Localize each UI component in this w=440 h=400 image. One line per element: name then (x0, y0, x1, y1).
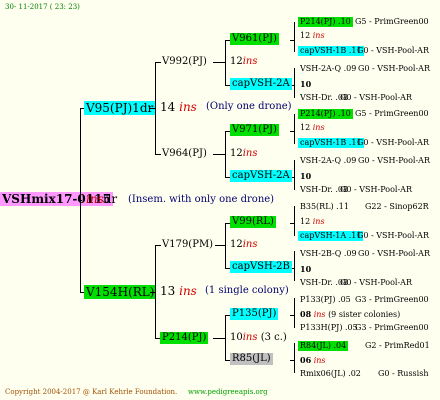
level4-6-num: 10 (300, 264, 312, 274)
level1-2-num: 13 ins (160, 284, 197, 298)
level4-5-num: 12 ins (300, 217, 325, 226)
level4-3-line1[interactable]: P214(PJ) .10 (298, 109, 353, 119)
level4-1-line3b: G0 - VSH-Pool-AR (357, 46, 429, 55)
level4-1-num: 12 ins (300, 31, 325, 40)
level4-3-line1b: G5 - PrimGreen00 (355, 109, 429, 118)
level1-2-note: (1 single colony) (205, 285, 289, 296)
level4-7-line1b: G3 - PrimGreen00 (355, 295, 429, 304)
level4-5-line3b: G0 - VSH-Pool-AR (357, 231, 429, 240)
header-date: 30- 11-2017 ( 23: 23) (5, 3, 80, 11)
level2-3-num: 12ins (230, 239, 258, 250)
level1-parent-2[interactable]: V154H(RL) (84, 285, 157, 299)
level3-4[interactable]: capVSH-2A (230, 170, 292, 182)
level2-1[interactable]: V992(PJ) (162, 57, 207, 67)
level4-2-line1[interactable]: VSH-2A-Q .09 (300, 65, 356, 73)
level4-4-num: 10 (300, 171, 312, 181)
level2-4-num: 10ins (3 c.) (230, 332, 287, 343)
level3-5[interactable]: V99(RL) (230, 216, 276, 228)
level2-2[interactable]: V964(PJ) (162, 149, 207, 159)
level4-7-num: 08 ins (9 sister colonies) (300, 309, 401, 319)
level3-1[interactable]: V961(PJ) (230, 33, 279, 45)
level4-7-line1[interactable]: P133(PJ) .05 (300, 296, 351, 304)
root-ins: insdr (86, 192, 118, 206)
level4-4-line3b: G0 - VSH-Pool-AR (340, 185, 412, 194)
level4-5-line1b: G22 - Sinop62R (365, 202, 429, 211)
level4-7-line3b: G3 - PrimGreen00 (355, 323, 429, 332)
level4-3-line3[interactable]: capVSH-1B .11 (298, 138, 364, 148)
level1-1-note: (Only one drone) (206, 101, 292, 112)
level1-parent-1[interactable]: V95(PJ)1dr (84, 101, 156, 115)
level4-2-line1b: G0 - VSH-Pool-AR (358, 64, 430, 73)
footer-url[interactable]: www.pedigreeapis.org (188, 389, 268, 396)
level4-3-line3b: G0 - VSH-Pool-AR (357, 138, 429, 147)
level4-6-line1[interactable]: VSH-2B-Q .09 (300, 250, 357, 258)
pedigree-chart: 30- 11-2017 ( 23: 23) VSHmix17-0115 insd… (0, 0, 440, 400)
level3-7[interactable]: P135(PJ) (230, 308, 279, 320)
level1-1-num: 14 ins (160, 100, 197, 114)
level4-8-line3b: G0 - Russish (378, 369, 429, 378)
level4-7-line3[interactable]: P133H(PJ) .05 (300, 324, 358, 332)
level2-1-num: 12ins (230, 56, 258, 67)
level4-8-line1[interactable]: R84(JL) .04 (298, 341, 349, 351)
level4-1-line1b: G5 - PrimGreen00 (355, 17, 429, 26)
level2-2-num: 12ins (230, 148, 258, 159)
level4-3-num: 12 ins (300, 123, 325, 132)
level2-3[interactable]: V179(PM) (162, 240, 213, 250)
level4-8-num: 06 ins (300, 355, 326, 365)
level4-8-line3[interactable]: Rmix06(JL) .02 (300, 370, 361, 378)
level4-1-line1[interactable]: P214(PJ) .10 (298, 17, 353, 27)
level2-4[interactable]: P214(PJ) (160, 332, 209, 344)
level4-4-line1[interactable]: VSH-2A-Q .09 (300, 157, 356, 165)
level4-6-line1b: G0 - VSH-Pool-AR (358, 249, 430, 258)
level4-1-line3[interactable]: capVSH-1B .11 (298, 46, 364, 56)
level3-6[interactable]: capVSH-2B (230, 261, 292, 273)
root-note: (Insem. with only one drone) (128, 194, 275, 205)
level3-8[interactable]: R85(JL) (230, 353, 273, 365)
level4-6-line3b: G0 - VSH-Pool-AR (340, 278, 412, 287)
level4-2-num: 10 (300, 79, 312, 89)
footer-copyright: Copyright 2004-2017 @ Karl Kehrle Founda… (5, 388, 178, 396)
level4-8-line1b: G2 - PrimRed01 (365, 341, 430, 350)
level4-5-line1[interactable]: B35(RL) .11 (300, 203, 349, 211)
level4-4-line1b: G0 - VSH-Pool-AR (358, 156, 430, 165)
level3-3[interactable]: V971(PJ) (230, 124, 279, 136)
level4-5-line3[interactable]: capVSH-1A .11 (298, 231, 364, 241)
level4-2-line3b: G0 - VSH-Pool-AR (340, 93, 412, 102)
level3-2[interactable]: capVSH-2A (230, 78, 292, 90)
